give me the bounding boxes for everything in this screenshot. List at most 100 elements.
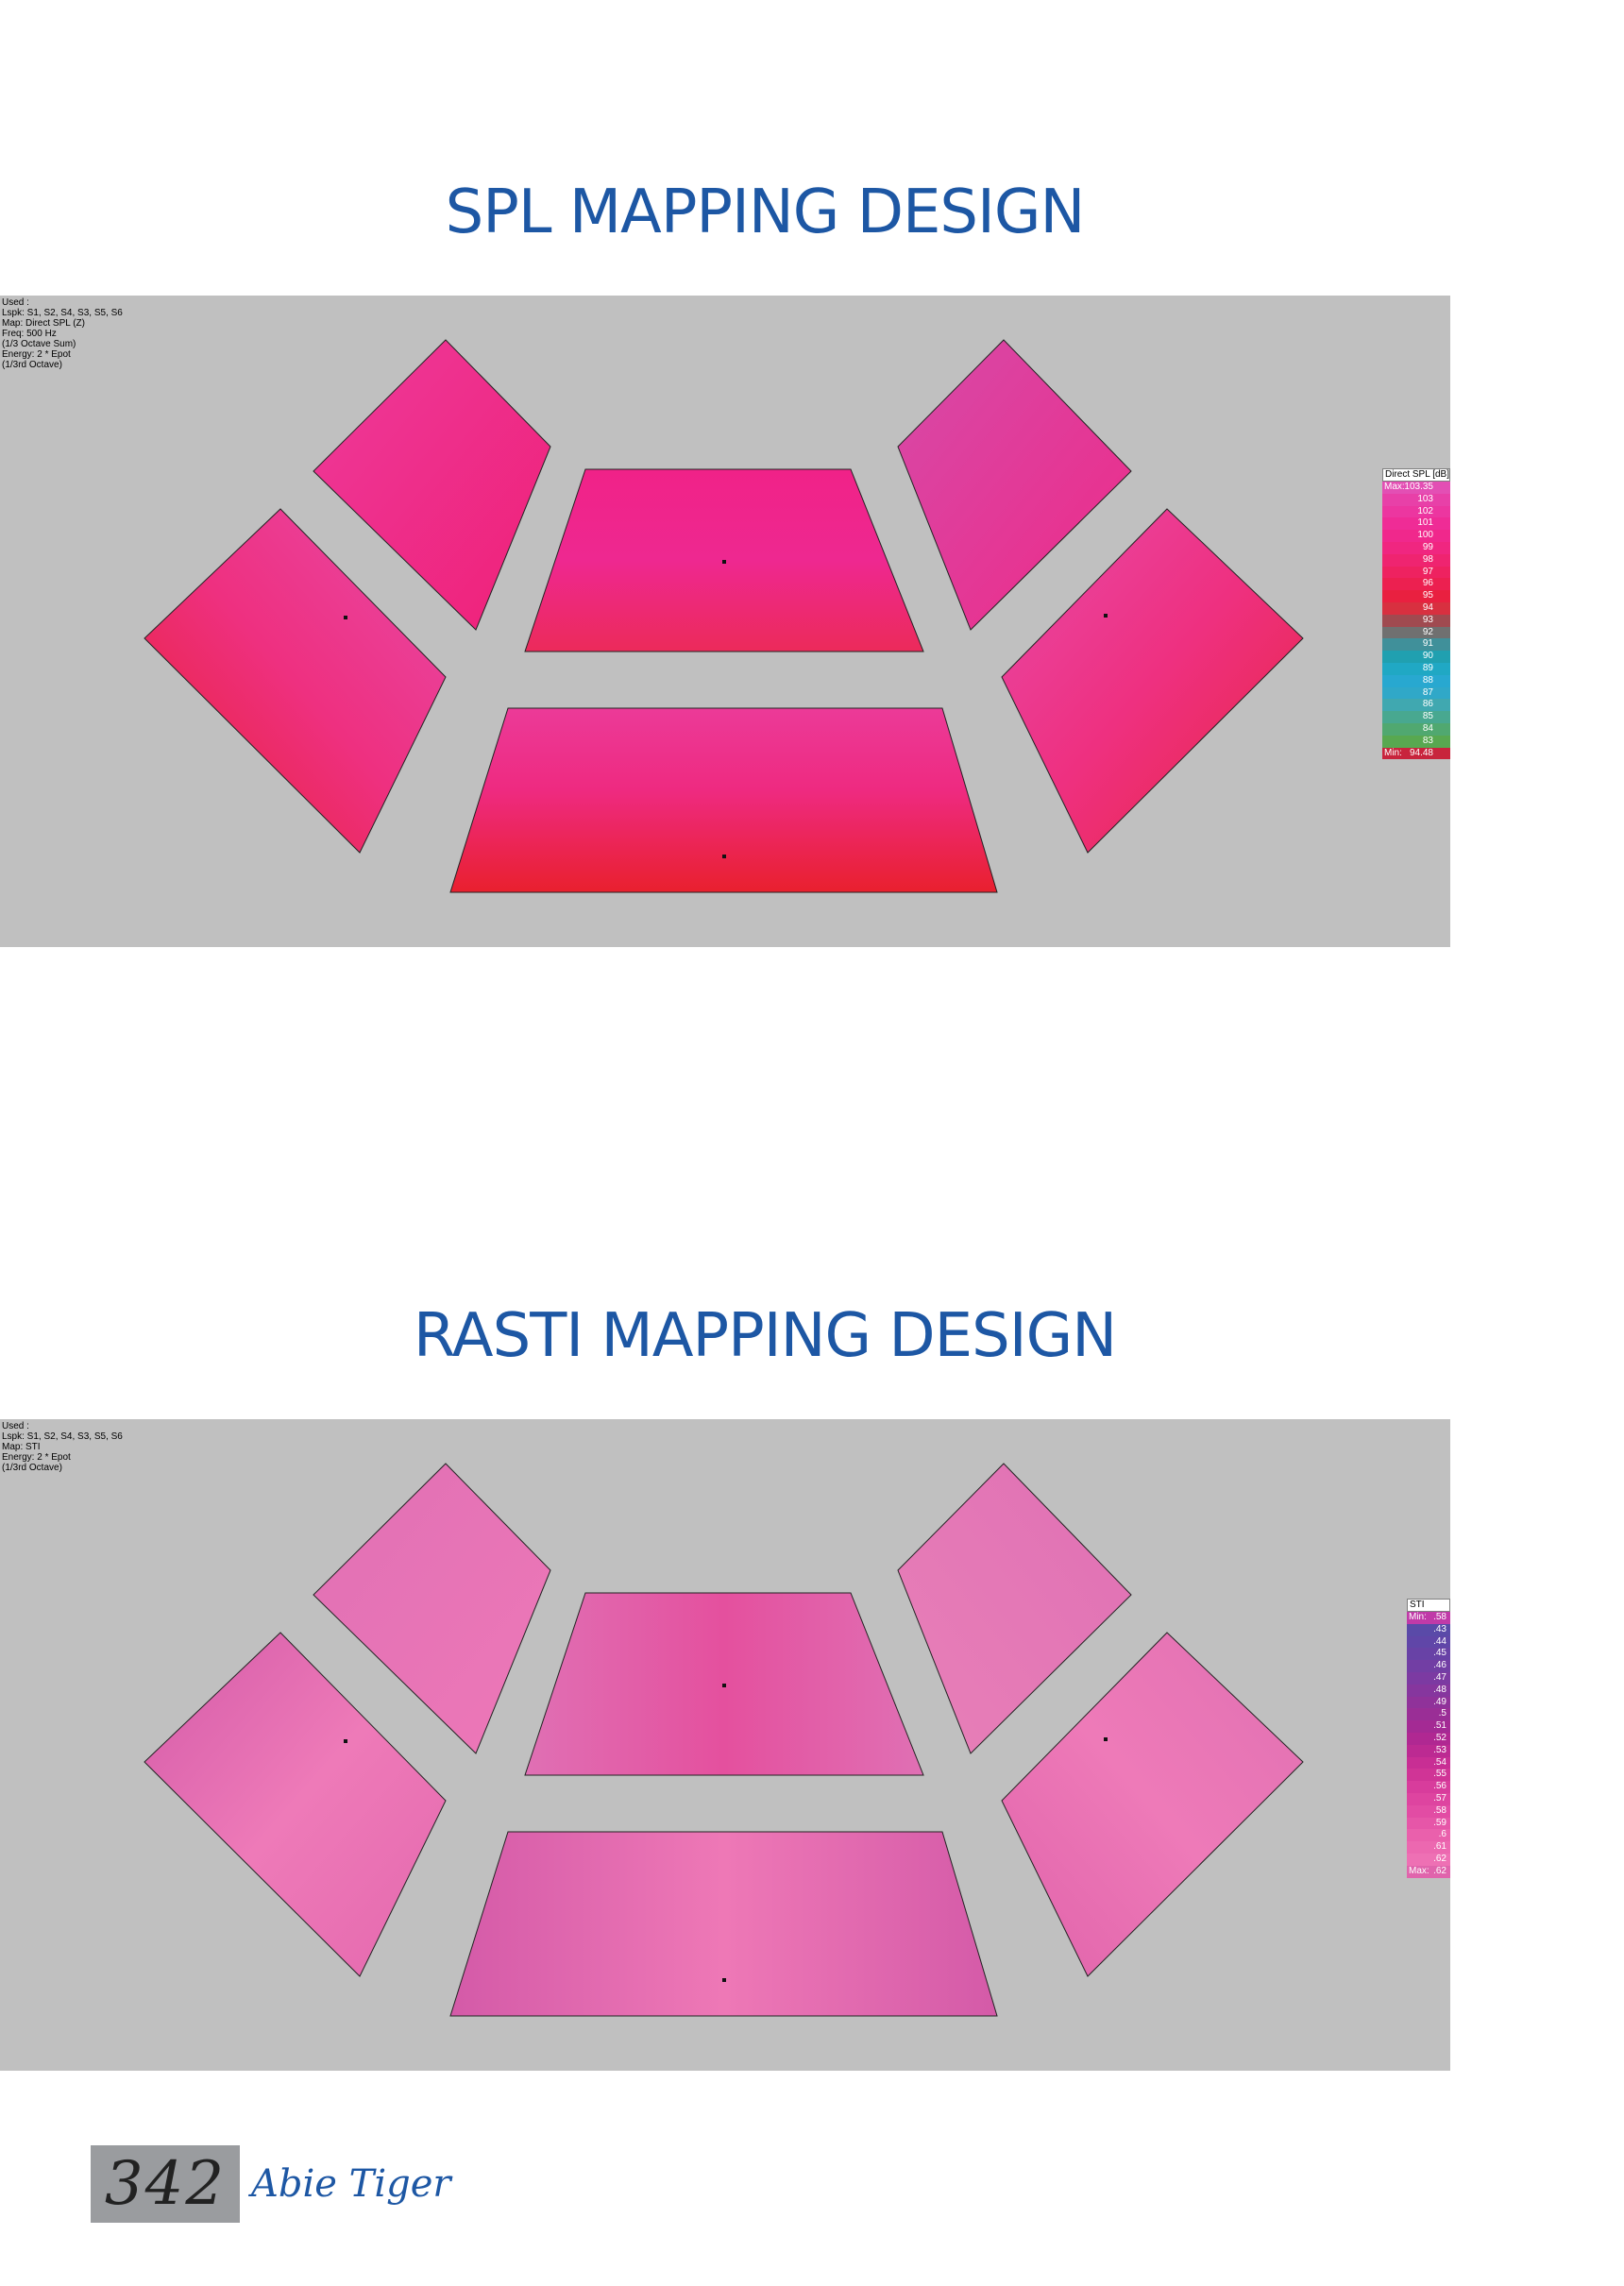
rasti-legend-row-value: .56: [1433, 1781, 1446, 1792]
spl-legend-row: 91: [1382, 638, 1450, 652]
spl-legend-row: 95: [1382, 590, 1450, 602]
rasti-legend-row: .47: [1407, 1671, 1450, 1685]
spl-legend-row-value: 86: [1422, 699, 1433, 710]
spl-legend-row-value: 101: [1417, 517, 1433, 529]
rasti-mapping-title: RASTI MAPPING DESIGN: [413, 1301, 1117, 1371]
spl-legend-row-value: 94: [1422, 601, 1433, 613]
rasti-legend-row-value: .43: [1433, 1623, 1446, 1634]
rasti-legend-row: .49: [1407, 1696, 1450, 1709]
rasti-info-line: (1/3rd Octave): [2, 1463, 62, 1473]
rasti-legend-row-value: .6: [1438, 1829, 1446, 1840]
spl-legend-row-value: 102: [1417, 505, 1433, 516]
rasti-speaker-marker-left: [344, 1739, 347, 1743]
page-number: 342: [104, 2149, 227, 2219]
rasti-legend-row: .59: [1407, 1817, 1450, 1830]
rasti-legend-row-value: .54: [1433, 1756, 1446, 1768]
rasti-map-panel: Used : Lspk: S1, S2, S4, S3, S5, S6 Map: S…: [0, 1419, 1450, 2071]
spl-legend-row-label: Max:: [1384, 482, 1405, 492]
spl-legend-row-value: 94.48: [1409, 747, 1433, 758]
spl-legend-row-value: 83: [1422, 735, 1433, 746]
spl-legend-row-value: 97: [1422, 566, 1433, 577]
spl-legend-row: 93: [1382, 614, 1450, 627]
spl-legend-row: 85: [1382, 711, 1450, 723]
spl-section-left: [144, 508, 447, 854]
spl-legend-row: Min: 94.48: [1382, 747, 1450, 760]
rasti-legend-row: .46: [1407, 1660, 1450, 1672]
rasti-speaker-marker-front: [722, 1978, 726, 1982]
rasti-legend-row-value: .62: [1433, 1853, 1446, 1864]
spl-section-front: [449, 707, 998, 893]
spl-legend-row-value: 100: [1417, 530, 1433, 541]
rasti-legend-row-value: .53: [1433, 1744, 1446, 1755]
rasti-legend-row: .6: [1407, 1829, 1450, 1842]
spl-legend-row-value: 90: [1422, 651, 1433, 662]
spl-legend-scale: Max: 103.35 103 102 101 100 99 98 97 96 95 94 93 92 91…: [1382, 482, 1450, 760]
rasti-legend-row: .58: [1407, 1804, 1450, 1818]
spl-legend-title: Direct SPL [dB]: [1382, 468, 1450, 482]
spl-legend-row: 83: [1382, 735, 1450, 748]
rasti-legend: STI Min: .58.43.44.45.46.47.48.49.5.51.52…: [1407, 1599, 1450, 1878]
spl-legend-row-value: 103: [1417, 493, 1433, 504]
rasti-legend-row: .57: [1407, 1792, 1450, 1805]
spl-legend-row: 86: [1382, 699, 1450, 712]
rasti-legend-row-value: .62: [1433, 1865, 1446, 1876]
rasti-legend-row-value: .52: [1433, 1732, 1446, 1743]
rasti-seating-map: [144, 1463, 1304, 2017]
rasti-legend-row-value: .45: [1433, 1648, 1446, 1659]
spl-section-right: [1001, 508, 1304, 854]
rasti-legend-row-value: .5: [1438, 1708, 1446, 1719]
rasti-legend-row-value: .57: [1433, 1792, 1446, 1803]
rasti-legend-row-value: .58: [1433, 1804, 1446, 1816]
rasti-section-right: [1001, 1632, 1304, 1977]
spl-legend-row-value: 95: [1422, 590, 1433, 601]
author-name: Abie Tiger: [251, 2162, 451, 2206]
rasti-info-block: Used : Lspk: S1, S2, S4, S3, S5, S6 Map: S…: [2, 1421, 123, 1473]
spl-info-line: (1/3rd Octave): [2, 360, 62, 370]
rasti-speaker-marker-center: [722, 1684, 726, 1687]
rasti-legend-row: .48: [1407, 1684, 1450, 1697]
rasti-legend-title: STI: [1407, 1599, 1450, 1612]
spl-speaker-marker-center: [722, 560, 726, 564]
spl-mapping-title: SPL MAPPING DESIGN: [445, 178, 1086, 247]
rasti-legend-row-label: Max:: [1409, 1865, 1429, 1876]
spl-legend-row-value: 85: [1422, 711, 1433, 722]
spl-speaker-marker-front: [722, 855, 726, 858]
spl-legend-row: 100: [1382, 530, 1450, 542]
rasti-legend-row: .53: [1407, 1744, 1450, 1757]
rasti-info-line: Used :: [2, 1421, 29, 1431]
rasti-legend-row: .62: [1407, 1853, 1450, 1866]
rasti-legend-scale: Min: .58.43.44.45.46.47.48.49.5.51.52.53.…: [1407, 1612, 1450, 1878]
spl-info-block: Used : Lspk: S1, S2, S4, S3, S5, S6 Map: D…: [2, 297, 123, 370]
spl-legend: Direct SPL [dB] Max: 103.35 103 102 101 100 99…: [1382, 468, 1450, 760]
rasti-legend-row: .61: [1407, 1841, 1450, 1854]
rasti-legend-row: .45: [1407, 1648, 1450, 1661]
spl-speaker-marker-left: [344, 616, 347, 619]
spl-info-line: Lspk: S1, S2, S4, S3, S5, S6: [2, 308, 123, 318]
spl-legend-row: 97: [1382, 566, 1450, 579]
spl-legend-row: 99: [1382, 541, 1450, 554]
spl-legend-row-value: 99: [1422, 541, 1433, 552]
rasti-legend-row: .54: [1407, 1756, 1450, 1770]
rasti-legend-row: .5: [1407, 1708, 1450, 1721]
rasti-legend-row-label: Min:: [1409, 1612, 1427, 1622]
spl-legend-row: 103: [1382, 493, 1450, 506]
rasti-section-left: [144, 1632, 447, 1977]
spl-legend-row-value: 93: [1422, 614, 1433, 625]
rasti-legend-row-value: .48: [1433, 1684, 1446, 1695]
spl-info-line: (1/3 Octave Sum): [2, 339, 76, 349]
spl-legend-row: 89: [1382, 662, 1450, 675]
spl-info-line: Map: Direct SPL (Z): [2, 318, 85, 329]
rasti-speaker-marker-right: [1104, 1737, 1108, 1741]
rasti-info-line: Lspk: S1, S2, S4, S3, S5, S6: [2, 1431, 123, 1442]
spl-info-line: Energy: 2 * Epot: [2, 349, 71, 360]
spl-legend-row-label: Min:: [1384, 747, 1402, 758]
rasti-legend-row-value: .59: [1433, 1817, 1446, 1828]
rasti-legend-row: Max: .62: [1407, 1865, 1450, 1878]
spl-legend-row: 101: [1382, 517, 1450, 531]
rasti-legend-row-value: .49: [1433, 1696, 1446, 1707]
rasti-legend-row-value: .51: [1433, 1720, 1446, 1732]
spl-legend-row-value: 89: [1422, 662, 1433, 673]
spl-info-line: Used :: [2, 297, 29, 308]
spl-legend-row-value: 88: [1422, 674, 1433, 686]
spl-speaker-marker-right: [1104, 614, 1108, 618]
